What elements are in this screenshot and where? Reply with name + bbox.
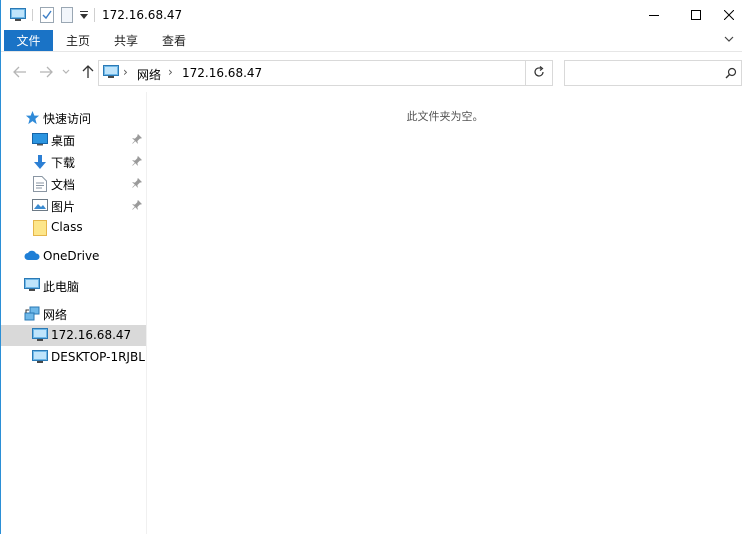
app-computer-icon <box>10 6 26 24</box>
pictures-icon <box>32 198 48 214</box>
title-bar: 172.16.68.47 <box>1 0 742 30</box>
desktop-icon <box>32 132 48 148</box>
pin-icon[interactable] <box>132 155 144 167</box>
sidebar-label: 桌面 <box>51 134 76 148</box>
sidebar-item-desktop[interactable]: 桌面 <box>1 129 146 150</box>
sidebar-label: 网络 <box>43 308 68 322</box>
network-icon <box>24 306 40 322</box>
sidebar-label: 172.16.68.47 <box>51 328 132 342</box>
sidebar-item-this-pc[interactable]: 此电脑 <box>1 275 146 296</box>
sidebar-item-network-host-selected[interactable]: 172.16.68.47 <box>1 325 146 346</box>
up-arrow-icon[interactable] <box>79 63 97 81</box>
customize-quick-access-icon[interactable] <box>80 6 88 24</box>
this-pc-icon <box>24 278 40 294</box>
search-icon <box>725 67 737 82</box>
sidebar-item-downloads[interactable]: 下载 <box>1 151 146 172</box>
recent-locations-chevron-icon[interactable] <box>60 63 72 81</box>
properties-icon[interactable] <box>40 6 54 24</box>
sidebar-label: 快速访问 <box>43 112 92 126</box>
sidebar-item-quick-access[interactable]: 快速访问 <box>1 107 146 128</box>
breadcrumb-chevron-icon[interactable]: › <box>168 65 173 79</box>
title-separator-small <box>32 6 33 24</box>
title-separator <box>94 8 95 22</box>
tab-share[interactable]: 共享 <box>114 30 138 51</box>
sidebar-item-network[interactable]: 网络 <box>1 303 146 324</box>
expand-ribbon-chevron-icon[interactable] <box>723 33 737 47</box>
tab-home[interactable]: 主页 <box>66 30 90 51</box>
tab-view[interactable]: 查看 <box>162 30 186 51</box>
document-icon <box>33 176 49 192</box>
sidebar-label: 下载 <box>51 156 76 170</box>
sidebar-label: OneDrive <box>43 249 100 263</box>
folder-icon <box>33 220 49 236</box>
sidebar-label: 图片 <box>51 200 76 214</box>
file-explorer-window: 172.16.68.47 文件 主页 共享 查看 › 网络 › 172.16.6… <box>0 0 742 534</box>
sidebar-label: Class <box>51 220 83 234</box>
breadcrumb-network[interactable]: 网络 <box>137 66 161 83</box>
empty-folder-message: 此文件夹为空。 <box>406 110 484 123</box>
pin-icon[interactable] <box>132 199 144 211</box>
sidebar-item-class[interactable]: Class <box>1 217 146 238</box>
download-arrow-icon <box>32 154 48 170</box>
breadcrumb-chevron-icon[interactable]: › <box>123 65 128 79</box>
address-bar[interactable]: › 网络 › 172.16.68.47 <box>98 60 615 86</box>
breadcrumb-current[interactable]: 172.16.68.47 <box>182 66 262 80</box>
refresh-button[interactable] <box>526 60 553 86</box>
navigation-pane: 快速访问 桌面 下载 文档 图片 Class OneDrive 此电脑 网络 1… <box>1 92 147 534</box>
minimize-button[interactable] <box>631 0 677 30</box>
sidebar-item-documents[interactable]: 文档 <box>1 173 146 194</box>
sidebar-label: 文档 <box>51 178 76 192</box>
network-computer-icon <box>103 65 119 82</box>
search-input[interactable] <box>564 60 742 86</box>
pin-icon[interactable] <box>132 133 144 145</box>
star-icon <box>25 110 41 126</box>
back-arrow-icon[interactable] <box>11 63 29 81</box>
new-folder-icon[interactable] <box>61 6 73 24</box>
tab-file[interactable]: 文件 <box>4 30 53 51</box>
sidebar-label: 此电脑 <box>43 280 80 294</box>
sidebar-item-onedrive[interactable]: OneDrive <box>1 246 146 267</box>
forward-arrow-icon[interactable] <box>37 63 55 81</box>
network-computer-icon <box>32 328 48 344</box>
sidebar-label: DESKTOP-1RJBLH <box>51 350 146 364</box>
file-list-pane[interactable]: 此文件夹为空。 <box>147 92 742 534</box>
maximize-button[interactable] <box>673 0 719 30</box>
network-computer-icon <box>32 350 48 366</box>
cloud-icon <box>24 249 40 265</box>
pin-icon[interactable] <box>132 177 144 189</box>
navigation-bar: › 网络 › 172.16.68.47 <box>1 52 742 92</box>
sidebar-item-network-host[interactable]: DESKTOP-1RJBLH <box>1 347 146 368</box>
sidebar-item-pictures[interactable]: 图片 <box>1 195 146 216</box>
window-title: 172.16.68.47 <box>102 8 183 22</box>
close-button[interactable] <box>715 0 742 30</box>
ribbon-tabs: 文件 主页 共享 查看 <box>1 30 742 52</box>
refresh-icon <box>533 65 545 81</box>
